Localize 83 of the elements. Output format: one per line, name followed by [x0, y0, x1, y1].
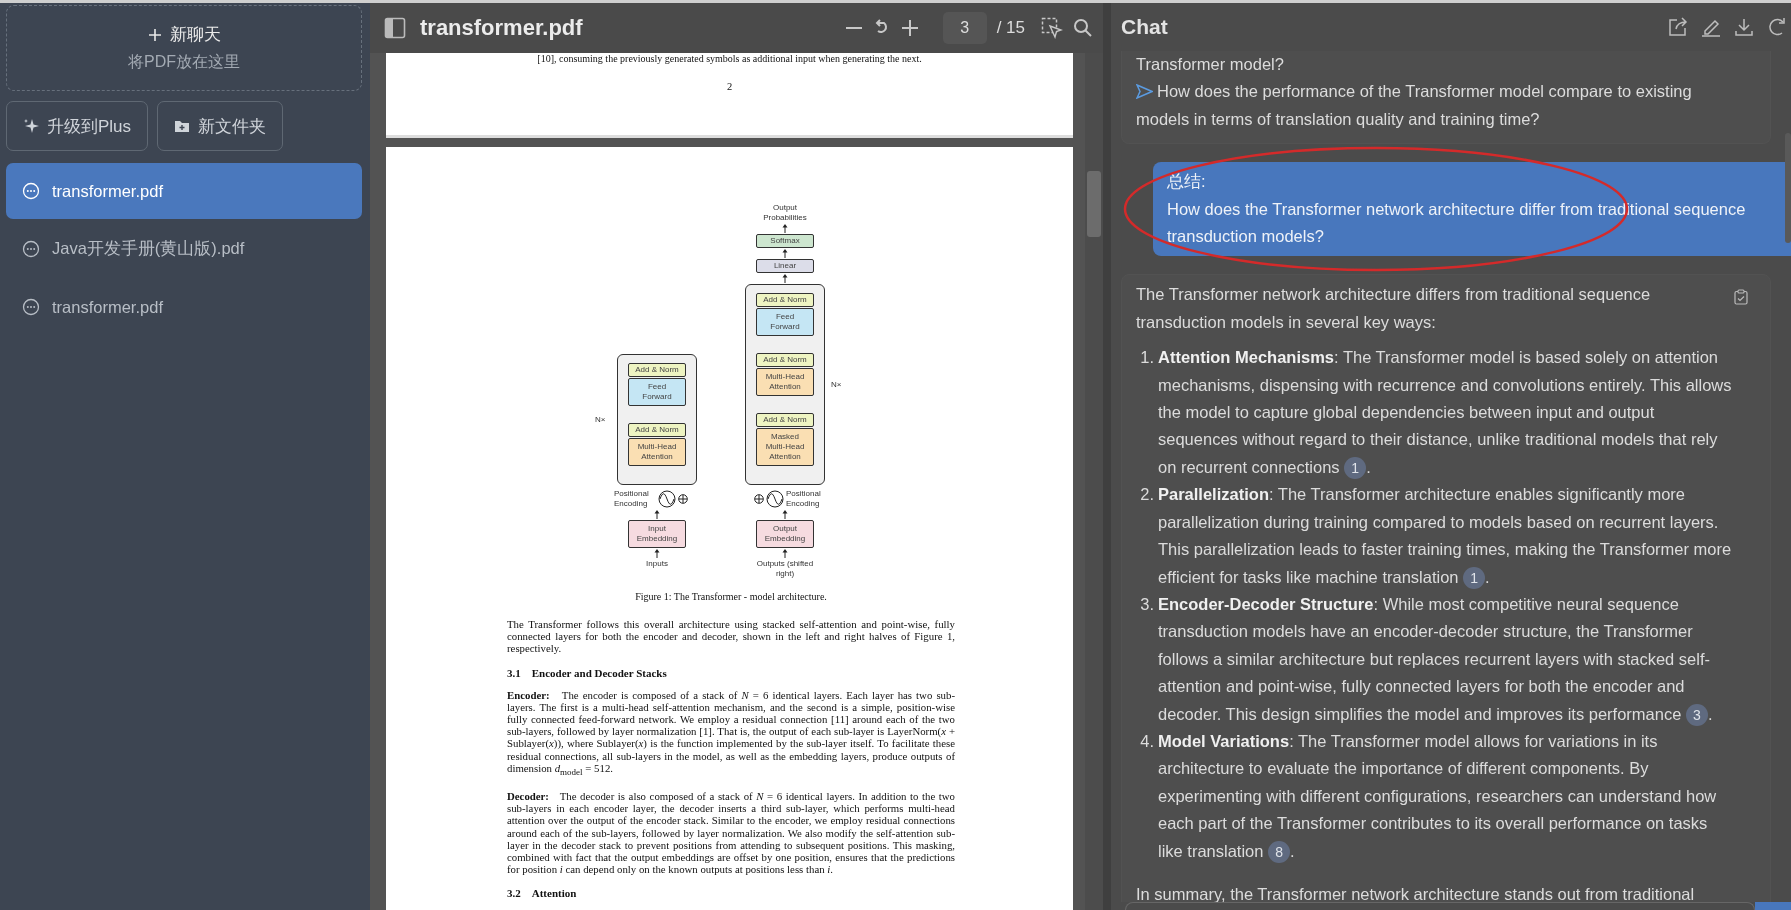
- scrollbar-thumb[interactable]: [1087, 171, 1101, 237]
- paragraph: Decoder: The decoder is also composed of a stack of N = 6 identical layers. In addition to the two sub-layers in each encoder layer, the decoder inserts a third sub-layer, which performs multi-head attention over the output of the encoder stack. Similar to the encoder, we employ residual connections around each of the sub-layers, followed by layer normalization. We also modify the self-attention sub-layer in the decoder stack to prevent positions from attending to subsequent positions. This masking, combined with fact that the output embeddings are offset by one position, ensures that the predictions for position i can depend only on the known outputs at positions less than i.: [507, 790, 955, 876]
- refresh-icon[interactable]: [1767, 17, 1787, 37]
- plus-icon: [147, 27, 162, 42]
- diagram-block: Output Embedding: [756, 520, 814, 548]
- zoom-in-icon[interactable]: [900, 19, 919, 37]
- plus-circle-icon: [678, 494, 688, 504]
- list-item-text: Encoder-Decoder Structure: While most competitive neural sequence transduction models have an encoder-decoder structure, the Transformer follows a similar architecture but replaces recurrent layers with stacked self-attention and point-wise, fully connected layers for both the encoder and decoder. This design simplifies the model and improves its performance 3 .: [1158, 590, 1736, 728]
- citation-badge[interactable]: 1: [1344, 456, 1367, 479]
- selection-cursor-icon[interactable]: [1041, 17, 1063, 39]
- chat-bubble-icon: [22, 182, 40, 200]
- arrow: [654, 549, 660, 558]
- page-total: / 15: [996, 18, 1025, 38]
- search-icon[interactable]: [1073, 18, 1093, 38]
- scrollbar-thumb[interactable]: [1785, 133, 1791, 243]
- diagram-label: Positional Encoding: [786, 489, 822, 509]
- sidebar-item[interactable]: transformer.pdf: [6, 279, 362, 335]
- diagram-block: Masked Multi-Head Attention: [756, 428, 814, 466]
- clipboard-icon[interactable]: [1734, 289, 1748, 306]
- list-item-text: Attention Mechanisms: The Transformer model is based solely on attention mechanisms, dispensing with recurrence and convolutions entirely. This allows the model to capture global dependencies between input and output sequences without regard to their distance, unlike traditional models that rely on recurrent connections 1 .: [1158, 344, 1736, 482]
- list-item-text: Parallelization: The Transformer architecture enables significantly more parallelization during training compared to models based on recurrent layers. This parallelization leads to faster training times, making the Transformer more efficient for tasks like machine translation 1 .: [1158, 481, 1736, 591]
- arrow: [782, 549, 788, 558]
- section-heading: 3.1 Encoder and Decoder Stacks: [507, 666, 668, 679]
- folder-icon: [174, 118, 191, 134]
- new-folder-button[interactable]: 新文件夹: [157, 101, 284, 151]
- diagram-label: N×: [595, 415, 607, 424]
- citation-badge[interactable]: 1: [1463, 566, 1486, 589]
- page-number-field[interactable]: 3: [942, 12, 987, 44]
- diagram-block: Input Embedding: [628, 520, 686, 548]
- arrow: [782, 274, 788, 283]
- message-text: Transformer model?: [1136, 54, 1285, 75]
- diagram-block: Softmax: [756, 234, 814, 248]
- diagram-label: Outputs (shifted right): [755, 559, 815, 580]
- sidebar-item[interactable]: Java开发手册(黄山版).pdf: [6, 221, 362, 277]
- arrow: [782, 224, 788, 233]
- page-number: 2: [726, 81, 733, 92]
- download-icon[interactable]: [1734, 17, 1754, 37]
- list-number: 4.: [1139, 730, 1154, 752]
- section-heading: 3.2 Attention: [507, 887, 578, 900]
- diagram-block: Multi-Head Attention: [628, 438, 686, 466]
- diagram-block: Linear: [756, 259, 814, 273]
- citation-badge[interactable]: 3: [1685, 703, 1708, 726]
- edit-icon[interactable]: [1701, 17, 1721, 37]
- plus-circle-icon: [754, 494, 764, 504]
- sidebar-toggle-icon[interactable]: [384, 17, 406, 39]
- diagram-block: Add & Norm: [628, 363, 686, 377]
- diagram-block: Add & Norm: [628, 423, 686, 437]
- diagram-block: Feed Forward: [628, 378, 686, 406]
- arrow: [782, 510, 788, 519]
- sparkle-icon: [23, 118, 39, 134]
- message-label: 总结:: [1167, 171, 1207, 193]
- arrow: [654, 510, 660, 519]
- sine-wave-icon: [658, 490, 676, 508]
- new-chat-button[interactable]: 新聊天 将PDF放在这里: [6, 5, 362, 91]
- share-icon[interactable]: [1668, 17, 1688, 37]
- message-text: The Transformer network architecture differs from traditional sequence transduction models in several key ways:: [1136, 284, 1652, 333]
- chat-bubble-icon: [22, 240, 40, 258]
- upgrade-button[interactable]: 升级到Plus: [6, 101, 149, 151]
- citation-badge[interactable]: 8: [1268, 840, 1291, 863]
- sidebar-item[interactable]: transformer.pdf: [6, 163, 362, 219]
- figure-caption: Figure 1: The Transformer - model architecture.: [635, 591, 827, 602]
- arrow: [782, 249, 788, 258]
- list-item-text: Model Variations: The Transformer model allows for variations in its architecture to evaluate the importance of different components. By experimenting with different configurations, researchers can understand how each part of the Transformer contributes to its overall performance on tasks like translation 8 .: [1158, 727, 1736, 865]
- suggested-question[interactable]: How does the performance of the Transformer model compare to existing models in terms of translation quality and training time?: [1136, 78, 1748, 134]
- diagram-block: Feed Forward: [756, 308, 814, 336]
- panel-title: Chat: [1121, 15, 1168, 39]
- diagram-block: Add & Norm: [756, 353, 814, 367]
- diagram-block: Add & Norm: [756, 293, 814, 307]
- diagram-block: Add & Norm: [756, 413, 814, 427]
- sine-wave-icon: [766, 490, 784, 508]
- paragraph: The Transformer follows this overall architecture using stacked self-attention and point-wise, fully connected layers for both the encoder and decoder, shown in the left and right halves of Figure 1, respectively.: [507, 618, 955, 655]
- chat-bubble-icon: [22, 298, 40, 316]
- list-number: 2.: [1139, 484, 1154, 506]
- list-number: 3.: [1139, 593, 1154, 615]
- diagram-label: N×: [831, 380, 843, 389]
- paragraph: Encoder: The encoder is composed of a stack of N = 6 identical layers. Each layer has two sub-layers. The first is a multi-head self-attention mechanism, and the second is a simple, position-wise fully connected feed-forward network. We employ a residual connection [11] around each of the two sub-layers, followed by layer normalization [1]. That is, the output of each sub-layer is LayerNorm(x + Sublayer(x)), where Sublayer(x) is the function implemented by the sub-layer itself. To facilitate these residual connections, all sub-layers in the model, as well as the embedding layers, produce outputs of dimension d$_{model}$ = 512.: [507, 688, 955, 775]
- diagram-block: Multi-Head Attention: [756, 368, 814, 396]
- page-text: [10], consuming the previously generated symbols as additional input when generating the next.: [537, 53, 922, 64]
- document-title: transformer.pdf: [420, 15, 583, 41]
- diagram-label: Positional Encoding: [614, 489, 650, 509]
- diagram-label: Inputs: [645, 559, 669, 570]
- list-number: 1.: [1139, 347, 1154, 369]
- diagram-label: Output Probabilities: [762, 203, 808, 223]
